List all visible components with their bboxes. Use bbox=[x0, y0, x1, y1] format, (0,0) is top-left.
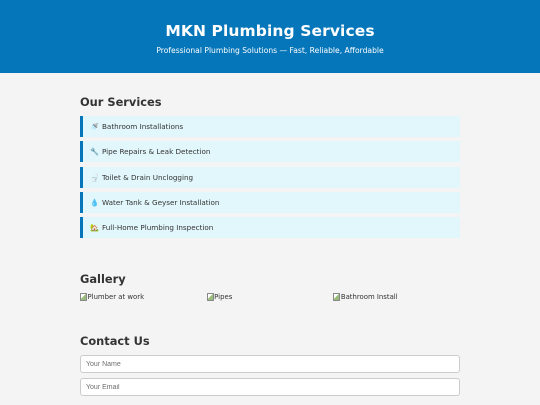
gallery-image-pipes: Pipes bbox=[206, 293, 334, 302]
droplet-icon: 💧 bbox=[90, 197, 99, 207]
site-tagline: Professional Plumbing Solutions — Fast, … bbox=[156, 46, 384, 55]
service-item-inspection: 🏡 Full-Home Plumbing Inspection bbox=[80, 217, 460, 239]
service-label: Water Tank & Geyser Installation bbox=[102, 197, 220, 207]
gallery-row: Plumber at work Pipes Bathroom Install bbox=[80, 293, 460, 302]
site-header: MKN Plumbing Services Professional Plumb… bbox=[0, 0, 540, 73]
image-alt-text: Pipes bbox=[214, 293, 233, 302]
service-label: Bathroom Installations bbox=[102, 122, 184, 131]
contact-heading: Contact Us bbox=[80, 334, 150, 349]
house-icon: 🏡 bbox=[90, 223, 99, 233]
gallery-image-bathroom: Bathroom Install bbox=[333, 293, 460, 302]
site-title: MKN Plumbing Services bbox=[165, 22, 375, 40]
broken-image-icon bbox=[206, 293, 214, 302]
service-label: Pipe Repairs & Leak Detection bbox=[102, 147, 211, 157]
service-item-bathroom: 🚿 Bathroom Installations bbox=[80, 116, 460, 137]
gallery-heading: Gallery bbox=[80, 272, 126, 287]
service-label: Full-Home Plumbing Inspection bbox=[102, 223, 214, 233]
services-section: Our Services 🚿 Bathroom Installations 🔧 … bbox=[80, 73, 460, 239]
gallery-image-plumber: Plumber at work bbox=[80, 293, 207, 302]
broken-image-icon bbox=[80, 293, 87, 302]
service-item-toilet-drain: 🚽 Toilet & Drain Unclogging bbox=[80, 166, 460, 188]
image-alt-text: Plumber at work bbox=[87, 293, 145, 302]
email-field[interactable] bbox=[80, 378, 460, 397]
shower-icon: 🚿 bbox=[90, 122, 99, 131]
wrench-icon: 🔧 bbox=[90, 147, 99, 157]
services-list: 🚿 Bathroom Installations 🔧 Pipe Repairs … bbox=[80, 116, 460, 239]
contact-section: Contact Us bbox=[80, 301, 460, 397]
name-field[interactable] bbox=[80, 355, 460, 374]
gallery-section: Gallery Plumber at work Pipes Bathroom I… bbox=[80, 242, 460, 302]
service-item-pipe-repairs: 🔧 Pipe Repairs & Leak Detection bbox=[80, 141, 460, 163]
service-label: Toilet & Drain Unclogging bbox=[102, 172, 194, 182]
toilet-icon: 🚽 bbox=[90, 172, 99, 182]
service-item-water-tank: 💧 Water Tank & Geyser Installation bbox=[80, 191, 460, 213]
services-heading: Our Services bbox=[80, 95, 162, 109]
image-alt-text: Bathroom Install bbox=[340, 293, 398, 302]
broken-image-icon bbox=[333, 293, 341, 302]
